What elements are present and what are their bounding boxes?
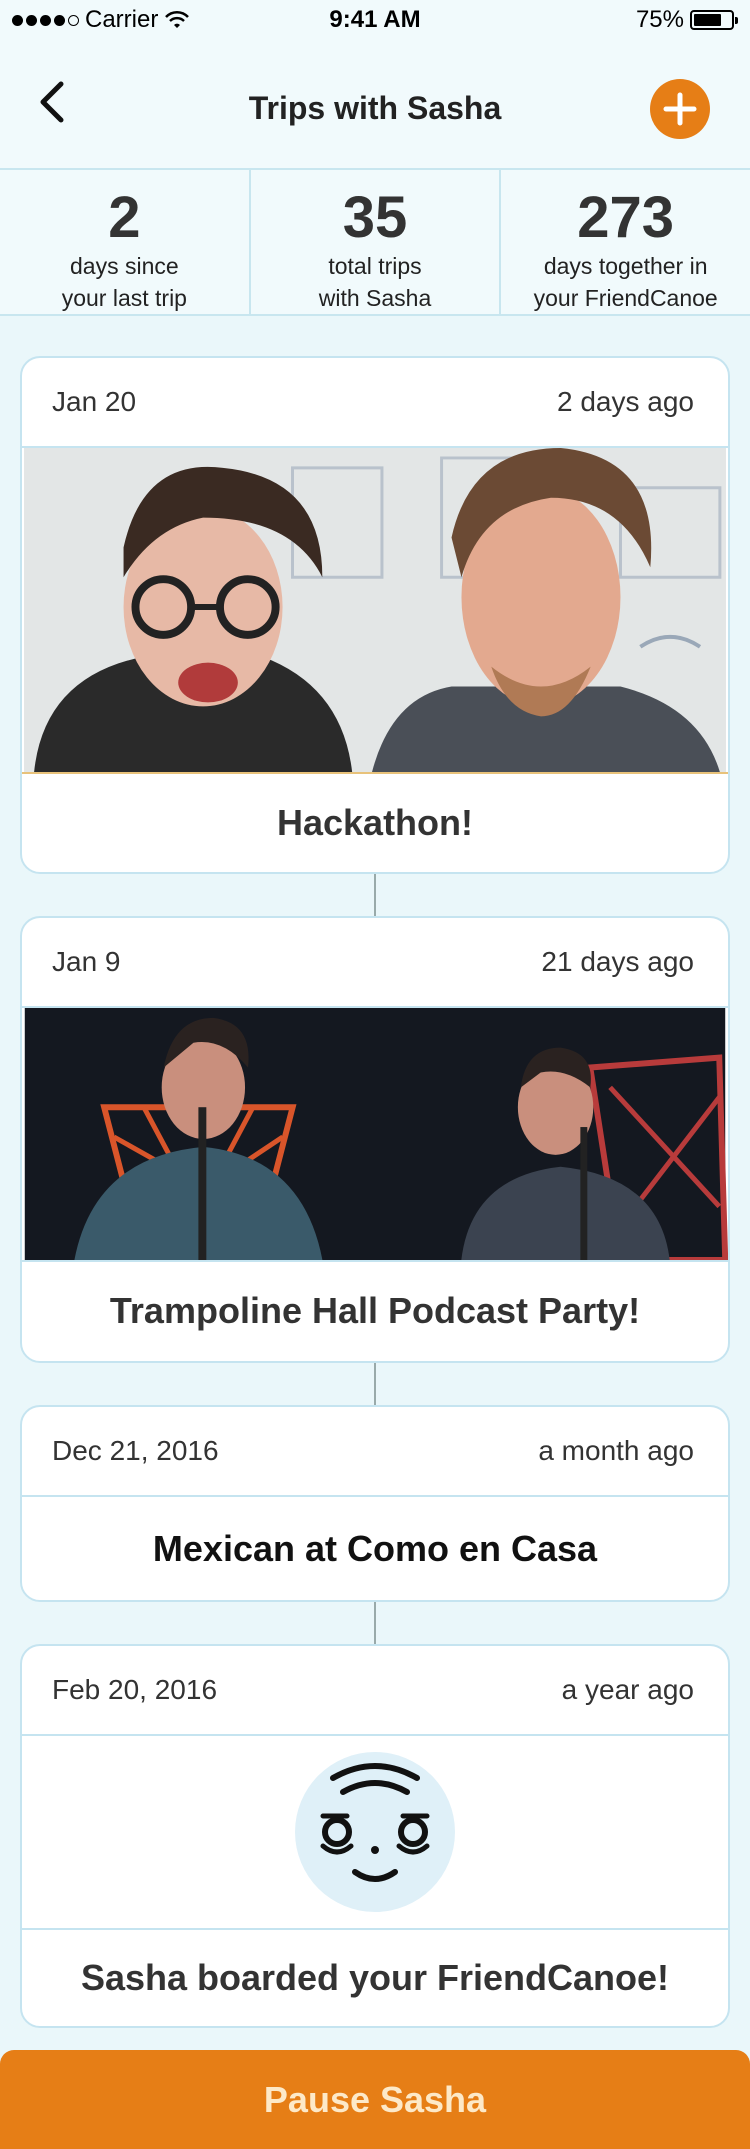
nav-bar: Trips with Sasha xyxy=(0,40,750,168)
stat-label-line: total trips xyxy=(328,253,422,279)
friend-avatar-area xyxy=(22,1736,728,1930)
stat-total-trips: 35 total trips with Sasha xyxy=(251,170,502,314)
trip-title: Trampoline Hall Podcast Party! xyxy=(109,1289,641,1331)
trip-card[interactable]: Feb 20, 2016 a year ago Sasha boarded yo… xyxy=(20,1644,730,2028)
trip-card[interactable]: Jan 20 2 days ago Hackathon! xyxy=(20,356,730,874)
stat-value: 35 xyxy=(342,185,408,250)
trip-photo[interactable] xyxy=(22,1008,728,1262)
battery-icon xyxy=(690,10,738,30)
stat-label-line: your last trip xyxy=(61,285,187,311)
battery-status: 75% xyxy=(635,6,738,34)
stat-label-line: with Sasha xyxy=(318,285,432,311)
trip-photo[interactable] xyxy=(22,448,728,774)
trip-ago: a year ago xyxy=(561,1674,694,1705)
trip-card[interactable]: Dec 21, 2016 a month ago Mexican at Como… xyxy=(20,1405,730,1602)
trip-ago: a month ago xyxy=(538,1435,694,1466)
page-title: Trips with Sasha xyxy=(248,90,502,126)
stat-days-since: 2 days since your last trip xyxy=(0,170,251,314)
stat-value: 273 xyxy=(577,185,675,250)
trip-title: Mexican at Como en Casa xyxy=(152,1527,598,1569)
trip-date: Dec 21, 2016 xyxy=(52,1435,219,1466)
timeline-connector xyxy=(374,874,376,916)
timeline-connector xyxy=(374,1602,376,1644)
stats-bar: 2 days since your last trip 35 total tri… xyxy=(0,168,750,316)
plus-icon xyxy=(663,92,697,126)
trip-ago: 2 days ago xyxy=(557,386,694,417)
stat-label-line: your FriendCanoe xyxy=(533,285,718,311)
timeline-connector xyxy=(374,1363,376,1405)
trip-card-header: Jan 9 21 days ago xyxy=(22,918,728,1008)
trip-title: Sasha boarded your FriendCanoe! xyxy=(80,1957,670,1998)
stat-label-line: days since xyxy=(70,253,179,279)
stat-label-line: days together in xyxy=(543,253,708,279)
friend-face-avatar xyxy=(295,1752,455,1912)
trip-card-header: Jan 20 2 days ago xyxy=(22,358,728,448)
stat-value: 2 xyxy=(108,185,141,250)
stat-days-together: 273 days together in your FriendCanoe xyxy=(501,170,750,314)
pause-friend-button[interactable]: Pause Sasha xyxy=(0,2050,750,2149)
status-bar: Carrier 9:41 AM 75% xyxy=(0,0,750,40)
trip-date: Jan 20 xyxy=(52,386,137,417)
trip-card-header: Feb 20, 2016 a year ago xyxy=(22,1646,728,1736)
trip-card[interactable]: Jan 9 21 days ago Trampoline Hall Podcas… xyxy=(20,916,730,1363)
trip-card-header: Dec 21, 2016 a month ago xyxy=(22,1407,728,1497)
trip-ago: 21 days ago xyxy=(541,946,694,977)
trip-date: Jan 9 xyxy=(52,946,121,977)
trip-date: Feb 20, 2016 xyxy=(52,1674,218,1705)
trip-title: Hackathon! xyxy=(276,802,474,843)
battery-percent: 75% xyxy=(635,6,684,33)
add-trip-button[interactable] xyxy=(650,79,710,139)
